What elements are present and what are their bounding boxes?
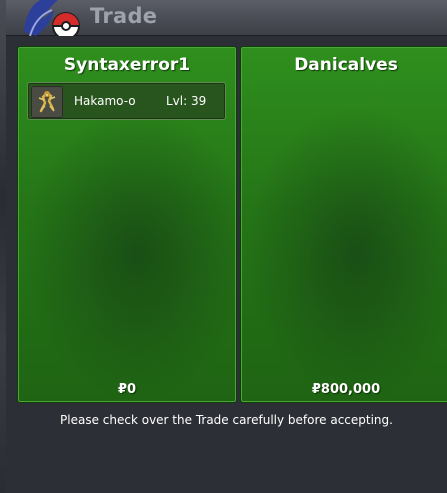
trade-window: Trade Syntaxerror1 Hakamo-o Lvl: 39 ₽0 D…: [6, 0, 447, 493]
trade-content: Syntaxerror1 Hakamo-o Lvl: 39 ₽0 Danical…: [6, 36, 447, 493]
partner-offer-panel: Danicalves ₽800,000: [240, 46, 447, 403]
right-money-amount: ₽800,000: [311, 382, 381, 397]
pokemon-level: Lvl: 39: [166, 94, 207, 108]
pokemon-name: Hakamo-o: [74, 94, 136, 108]
left-player-name: Syntaxerror1: [63, 55, 191, 75]
offer-item-slot[interactable]: Hakamo-o Lvl: 39: [27, 82, 226, 120]
my-offer-panel: Syntaxerror1 Hakamo-o Lvl: 39 ₽0: [17, 46, 237, 403]
hakamo-o-sprite-icon: [31, 86, 63, 118]
title-bar[interactable]: Trade: [6, 0, 447, 40]
left-money-amount: ₽0: [117, 382, 137, 397]
right-player-name: Danicalves: [294, 55, 398, 75]
window-title: Trade: [90, 4, 158, 28]
trade-instruction-text: Please check over the Trade carefully be…: [60, 413, 393, 427]
